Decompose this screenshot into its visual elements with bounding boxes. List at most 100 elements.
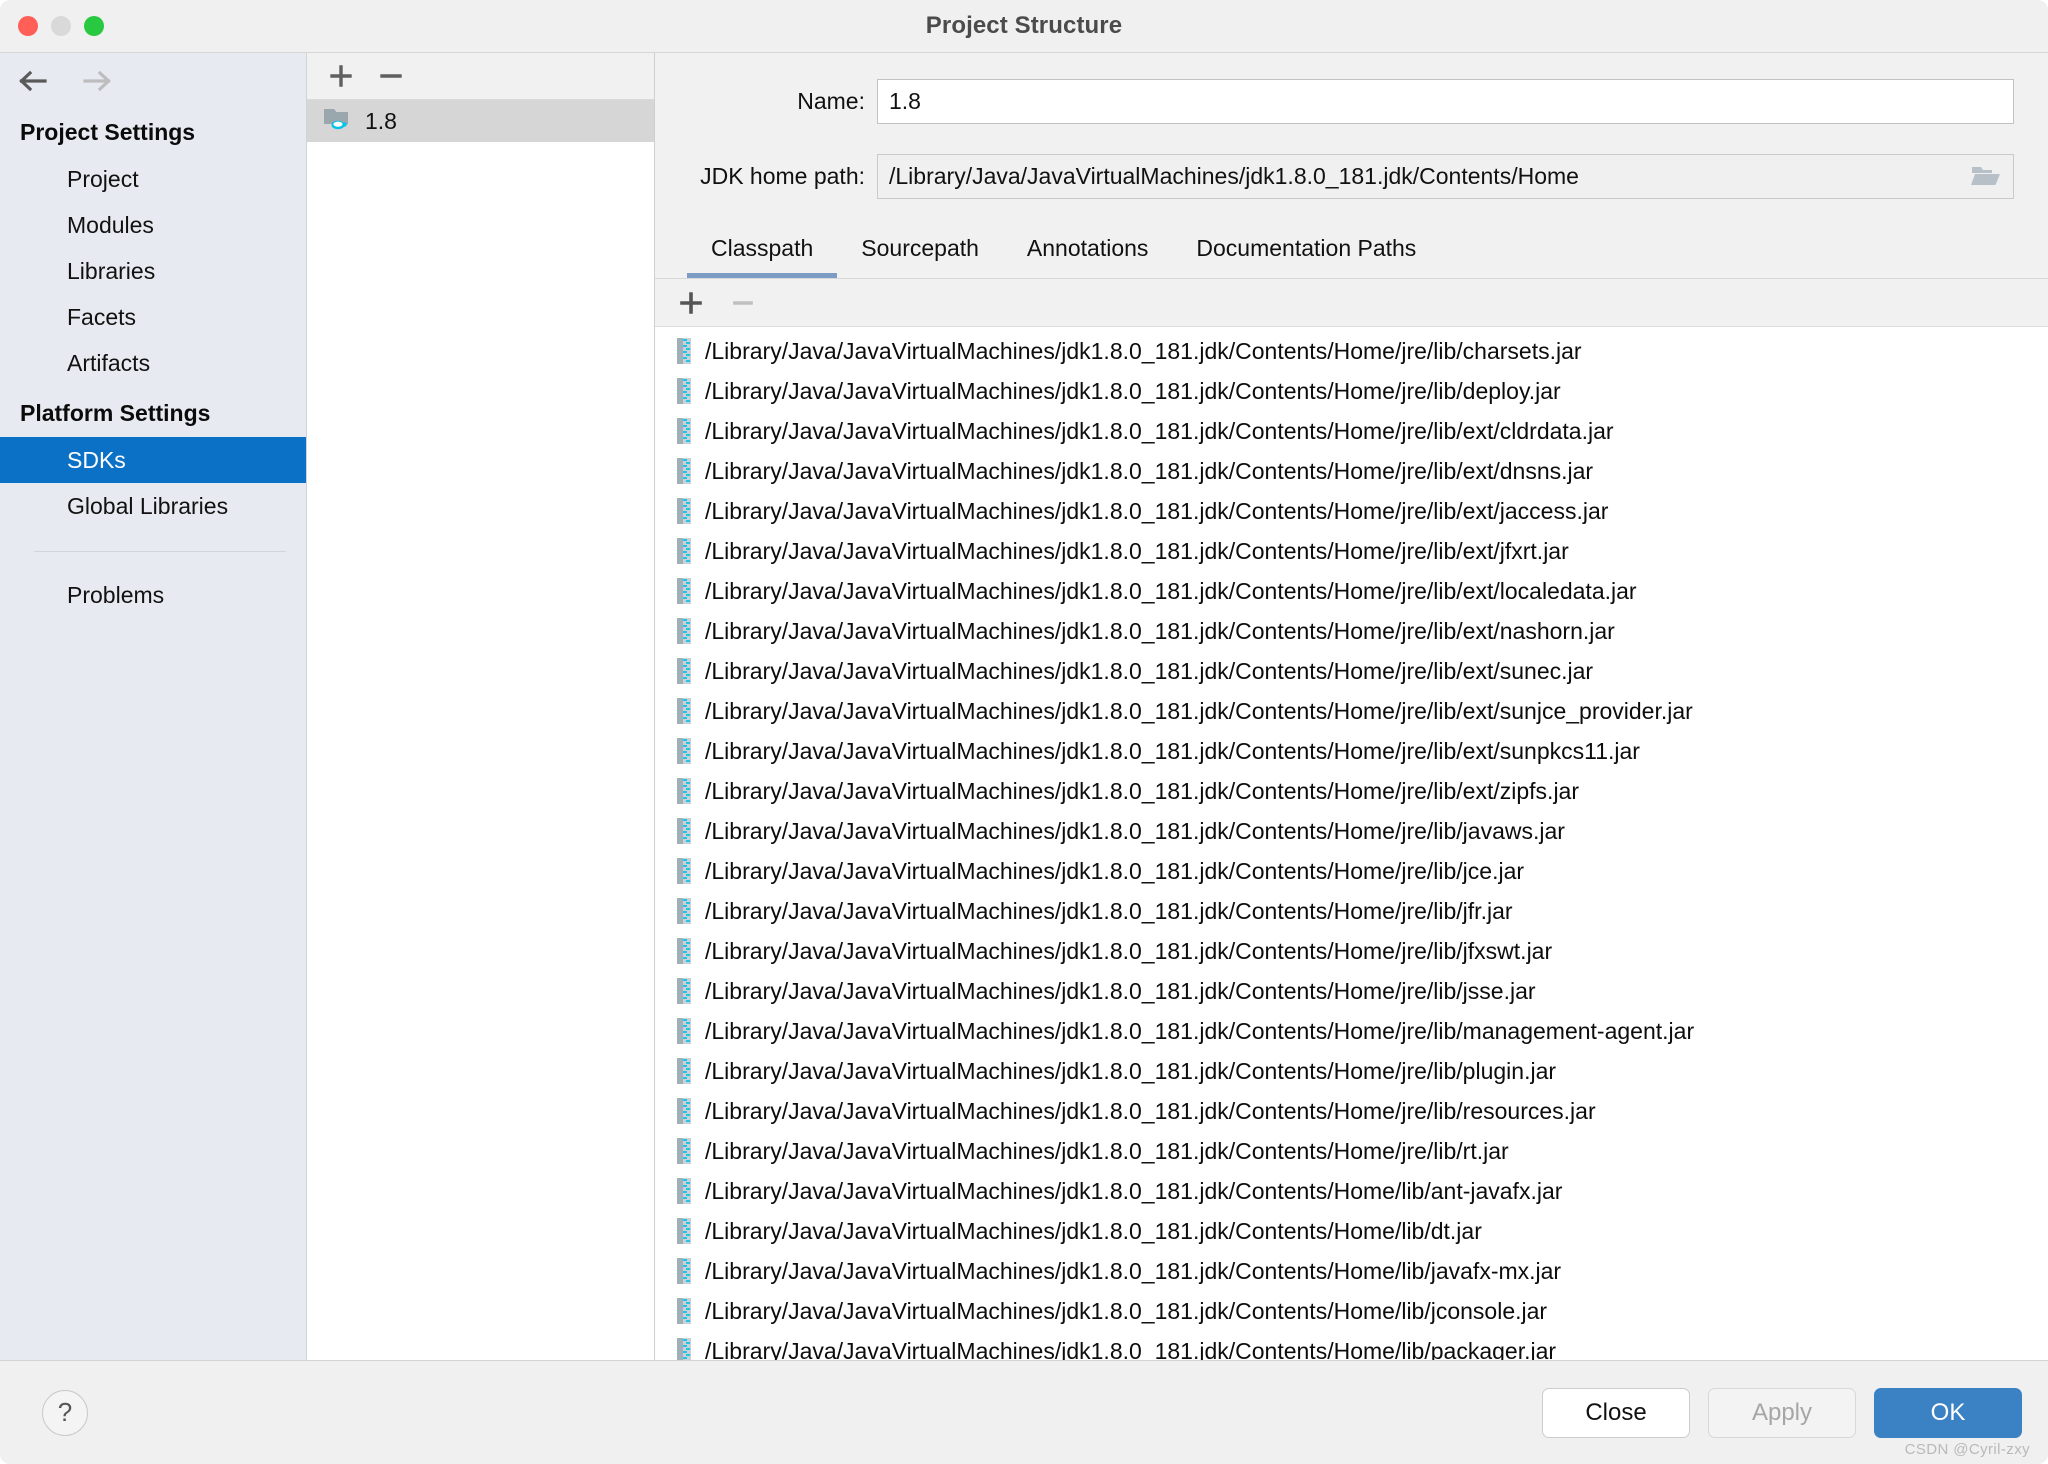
forward-arrow-icon bbox=[80, 68, 114, 94]
dialog-body: Project Settings Project Modules Librari… bbox=[0, 53, 2048, 1360]
classpath-entry-label: /Library/Java/JavaVirtualMachines/jdk1.8… bbox=[705, 378, 1561, 405]
classpath-entry-row[interactable]: /Library/Java/JavaVirtualMachines/jdk1.8… bbox=[655, 851, 2048, 891]
jar-file-icon bbox=[677, 418, 691, 444]
navigation-arrows bbox=[0, 53, 306, 109]
classpath-entry-label: /Library/Java/JavaVirtualMachines/jdk1.8… bbox=[705, 1018, 1694, 1045]
classpath-entry-row[interactable]: /Library/Java/JavaVirtualMachines/jdk1.8… bbox=[655, 931, 2048, 971]
classpath-entry-row[interactable]: /Library/Java/JavaVirtualMachines/jdk1.8… bbox=[655, 771, 2048, 811]
classpath-entry-row[interactable]: /Library/Java/JavaVirtualMachines/jdk1.8… bbox=[655, 1011, 2048, 1051]
classpath-entry-row[interactable]: /Library/Java/JavaVirtualMachines/jdk1.8… bbox=[655, 891, 2048, 931]
tab-documentation-paths[interactable]: Documentation Paths bbox=[1172, 227, 1440, 278]
zoom-window-icon[interactable] bbox=[84, 16, 104, 36]
sdk-name-label: Name: bbox=[655, 88, 877, 115]
jar-file-icon bbox=[677, 1258, 691, 1284]
close-button[interactable]: Close bbox=[1542, 1388, 1690, 1438]
tab-annotations[interactable]: Annotations bbox=[1003, 227, 1172, 278]
classpath-entry-row[interactable]: /Library/Java/JavaVirtualMachines/jdk1.8… bbox=[655, 371, 2048, 411]
classpath-entry-label: /Library/Java/JavaVirtualMachines/jdk1.8… bbox=[705, 338, 1582, 365]
sidebar-item-libraries[interactable]: Libraries bbox=[0, 248, 306, 294]
jar-file-icon bbox=[677, 538, 691, 564]
title-bar: Project Structure bbox=[0, 0, 2048, 53]
jar-file-icon bbox=[677, 1098, 691, 1124]
tab-classpath[interactable]: Classpath bbox=[687, 227, 837, 278]
classpath-entry-row[interactable]: /Library/Java/JavaVirtualMachines/jdk1.8… bbox=[655, 491, 2048, 531]
jar-file-icon bbox=[677, 498, 691, 524]
classpath-entry-row[interactable]: /Library/Java/JavaVirtualMachines/jdk1.8… bbox=[655, 1091, 2048, 1131]
classpath-entry-label: /Library/Java/JavaVirtualMachines/jdk1.8… bbox=[705, 1218, 1482, 1245]
remove-sdk-button[interactable] bbox=[377, 62, 405, 90]
sdk-tree-item-label: 1.8 bbox=[365, 108, 397, 135]
classpath-entry-label: /Library/Java/JavaVirtualMachines/jdk1.8… bbox=[705, 978, 1536, 1005]
watermark-text: CSDN @Cyril-zxy bbox=[1905, 1441, 2030, 1458]
jar-file-icon bbox=[677, 658, 691, 684]
jar-file-icon bbox=[677, 898, 691, 924]
sidebar-item-global-libraries[interactable]: Global Libraries bbox=[0, 483, 306, 529]
classpath-entry-row[interactable]: /Library/Java/JavaVirtualMachines/jdk1.8… bbox=[655, 1051, 2048, 1091]
add-sdk-button[interactable] bbox=[327, 62, 355, 90]
sdk-name-input[interactable]: 1.8 bbox=[877, 79, 2014, 124]
classpath-entry-label: /Library/Java/JavaVirtualMachines/jdk1.8… bbox=[705, 578, 1637, 605]
close-window-icon[interactable] bbox=[18, 16, 38, 36]
sdk-tree[interactable]: 1.8 bbox=[307, 100, 654, 1360]
classpath-entry-label: /Library/Java/JavaVirtualMachines/jdk1.8… bbox=[705, 658, 1593, 685]
jar-file-icon bbox=[677, 978, 691, 1004]
classpath-entry-label: /Library/Java/JavaVirtualMachines/jdk1.8… bbox=[705, 618, 1615, 645]
folder-browse-icon[interactable] bbox=[1971, 165, 2001, 189]
classpath-entry-row[interactable]: /Library/Java/JavaVirtualMachines/jdk1.8… bbox=[655, 1291, 2048, 1331]
classpath-toolbar bbox=[655, 279, 2048, 327]
classpath-entry-label: /Library/Java/JavaVirtualMachines/jdk1.8… bbox=[705, 698, 1693, 725]
classpath-entry-row[interactable]: /Library/Java/JavaVirtualMachines/jdk1.8… bbox=[655, 1251, 2048, 1291]
classpath-entry-row[interactable]: /Library/Java/JavaVirtualMachines/jdk1.8… bbox=[655, 811, 2048, 851]
classpath-entry-list[interactable]: /Library/Java/JavaVirtualMachines/jdk1.8… bbox=[655, 327, 2048, 1360]
sidebar-item-problems[interactable]: Problems bbox=[0, 572, 306, 618]
dialog-button-bar: ? Close Apply OK CSDN @Cyril-zxy bbox=[0, 1360, 2048, 1464]
classpath-entry-row[interactable]: /Library/Java/JavaVirtualMachines/jdk1.8… bbox=[655, 571, 2048, 611]
sdk-tree-item-1-8[interactable]: 1.8 bbox=[307, 100, 654, 142]
classpath-entry-row[interactable]: /Library/Java/JavaVirtualMachines/jdk1.8… bbox=[655, 1131, 2048, 1171]
jar-file-icon bbox=[677, 738, 691, 764]
sdk-list-panel: 1.8 bbox=[307, 53, 655, 1360]
classpath-entry-row[interactable]: /Library/Java/JavaVirtualMachines/jdk1.8… bbox=[655, 691, 2048, 731]
ok-button[interactable]: OK bbox=[1874, 1388, 2022, 1438]
project-structure-dialog: Project Structure Project Settings Proje… bbox=[0, 0, 2048, 1464]
minimize-window-icon[interactable] bbox=[51, 16, 71, 36]
classpath-entry-label: /Library/Java/JavaVirtualMachines/jdk1.8… bbox=[705, 1098, 1596, 1125]
window-title: Project Structure bbox=[0, 12, 2048, 40]
sidebar-item-artifacts[interactable]: Artifacts bbox=[0, 340, 306, 386]
sdk-name-row: Name: 1.8 bbox=[655, 79, 2048, 124]
sidebar-item-project[interactable]: Project bbox=[0, 156, 306, 202]
classpath-entry-row[interactable]: /Library/Java/JavaVirtualMachines/jdk1.8… bbox=[655, 1211, 2048, 1251]
apply-button[interactable]: Apply bbox=[1708, 1388, 1856, 1438]
tab-sourcepath[interactable]: Sourcepath bbox=[837, 227, 1003, 278]
jar-file-icon bbox=[677, 378, 691, 404]
classpath-entry-row[interactable]: /Library/Java/JavaVirtualMachines/jdk1.8… bbox=[655, 411, 2048, 451]
classpath-entry-row[interactable]: /Library/Java/JavaVirtualMachines/jdk1.8… bbox=[655, 971, 2048, 1011]
classpath-entry-row[interactable]: /Library/Java/JavaVirtualMachines/jdk1.8… bbox=[655, 331, 2048, 371]
classpath-entry-label: /Library/Java/JavaVirtualMachines/jdk1.8… bbox=[705, 538, 1569, 565]
jdk-home-path-row: JDK home path: /Library/Java/JavaVirtual… bbox=[655, 154, 2048, 199]
classpath-entry-row[interactable]: /Library/Java/JavaVirtualMachines/jdk1.8… bbox=[655, 731, 2048, 771]
jdk-home-path-value: /Library/Java/JavaVirtualMachines/jdk1.8… bbox=[889, 163, 1579, 190]
sidebar-item-sdks[interactable]: SDKs bbox=[0, 437, 306, 483]
jar-file-icon bbox=[677, 938, 691, 964]
classpath-entry-row[interactable]: /Library/Java/JavaVirtualMachines/jdk1.8… bbox=[655, 1331, 2048, 1360]
help-button[interactable]: ? bbox=[42, 1390, 88, 1436]
jar-file-icon bbox=[677, 618, 691, 644]
classpath-entry-row[interactable]: /Library/Java/JavaVirtualMachines/jdk1.8… bbox=[655, 1171, 2048, 1211]
jar-file-icon bbox=[677, 1178, 691, 1204]
classpath-entry-row[interactable]: /Library/Java/JavaVirtualMachines/jdk1.8… bbox=[655, 531, 2048, 571]
classpath-entry-label: /Library/Java/JavaVirtualMachines/jdk1.8… bbox=[705, 1178, 1562, 1205]
sidebar-item-modules[interactable]: Modules bbox=[0, 202, 306, 248]
classpath-entry-row[interactable]: /Library/Java/JavaVirtualMachines/jdk1.8… bbox=[655, 611, 2048, 651]
sdk-detail-tabs: Classpath Sourcepath Annotations Documen… bbox=[655, 227, 2048, 279]
classpath-entry-row[interactable]: /Library/Java/JavaVirtualMachines/jdk1.8… bbox=[655, 451, 2048, 491]
classpath-entry-label: /Library/Java/JavaVirtualMachines/jdk1.8… bbox=[705, 1298, 1547, 1325]
jar-file-icon bbox=[677, 1058, 691, 1084]
add-classpath-entry-button[interactable] bbox=[677, 289, 705, 317]
jar-file-icon bbox=[677, 338, 691, 364]
jdk-home-path-input[interactable]: /Library/Java/JavaVirtualMachines/jdk1.8… bbox=[877, 154, 2014, 199]
back-arrow-icon[interactable] bbox=[16, 68, 50, 94]
classpath-entry-row[interactable]: /Library/Java/JavaVirtualMachines/jdk1.8… bbox=[655, 651, 2048, 691]
jar-file-icon bbox=[677, 1218, 691, 1244]
sidebar-item-facets[interactable]: Facets bbox=[0, 294, 306, 340]
